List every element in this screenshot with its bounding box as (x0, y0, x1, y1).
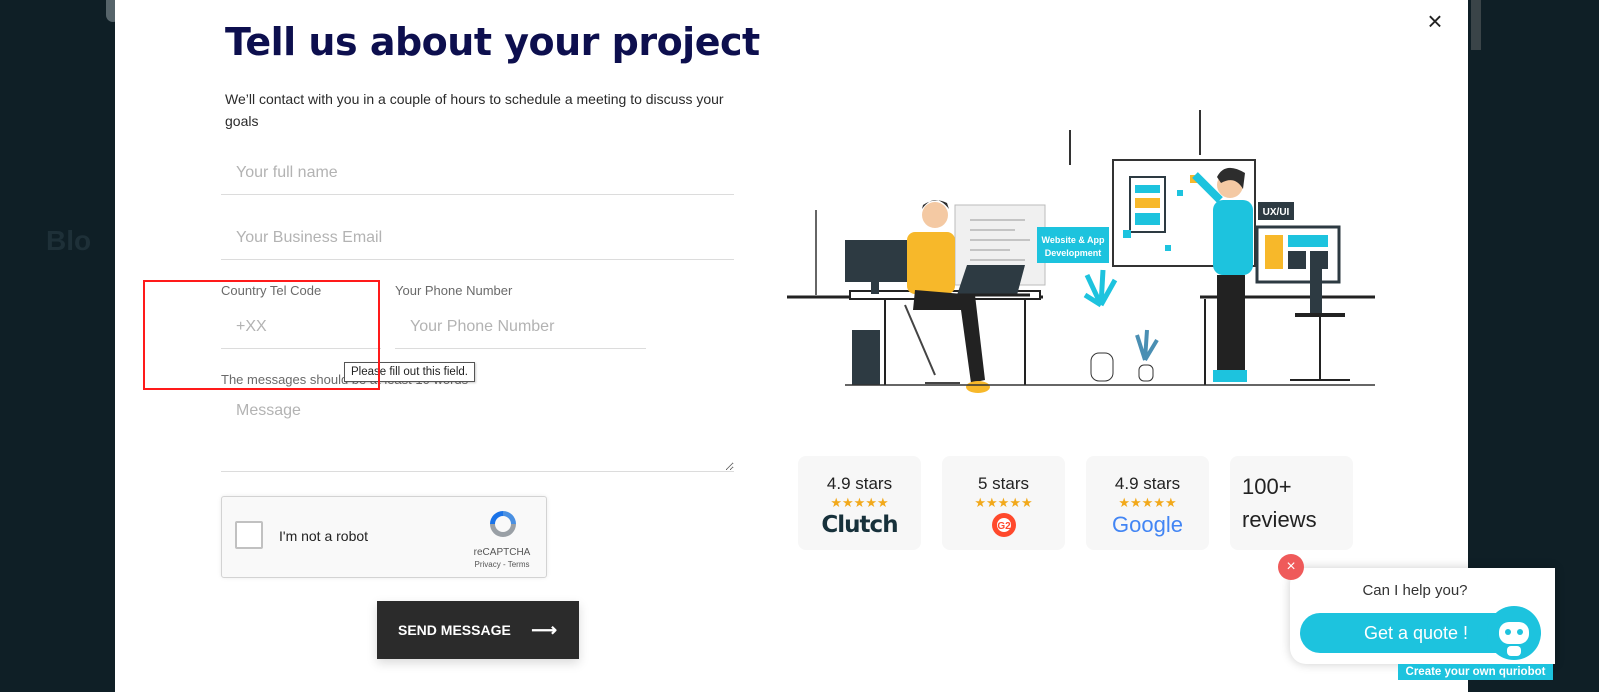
badge-line1: Website & App (1041, 235, 1105, 245)
arrow-right-icon: ⟶ (531, 619, 557, 640)
full-name-input[interactable] (221, 152, 734, 195)
contact-modal: × Tell us about your project We’ll conta… (115, 0, 1468, 692)
uxui-tag: UX/UI (1263, 207, 1290, 218)
recaptcha-label: I'm not a robot (279, 528, 369, 544)
rating-stars-text: 4.9 stars (826, 474, 893, 493)
recaptcha-checkbox[interactable] (235, 521, 263, 549)
rating-card-clutch: 4.9 stars ★★★★★ Clutch (798, 456, 921, 550)
modal-title: Tell us about your project (225, 20, 760, 64)
recaptcha-links[interactable]: Privacy - Terms (467, 560, 537, 569)
reviews-line2: reviews (1242, 507, 1317, 532)
g2-logo-icon: G2 (942, 512, 1065, 543)
reviews-card: 100+ reviews (1230, 456, 1353, 550)
backdrop-strip (1471, 0, 1481, 50)
chat-footer-link[interactable]: Create your own quriobot (1398, 664, 1553, 680)
validation-tooltip: Please fill out this field. (344, 362, 475, 382)
phone-label: Your Phone Number (395, 283, 513, 298)
country-code-input[interactable] (221, 306, 381, 349)
star-icon: ★★★★★ (830, 495, 889, 510)
chat-close-icon[interactable]: × (1278, 554, 1304, 580)
chatbot-avatar-icon[interactable] (1485, 604, 1543, 662)
country-code-label: Country Tel Code (221, 283, 322, 298)
badge-line2: Development (1045, 248, 1102, 258)
phone-number-input[interactable] (395, 306, 646, 349)
g2-logo-text: G2 (997, 521, 1011, 532)
rating-card-g2: 5 stars ★★★★★ G2 (942, 456, 1065, 550)
backdrop-heading: Blo (46, 225, 92, 256)
reviews-count: 100+ reviews (1242, 470, 1317, 536)
star-icon: ★★★★★ (1118, 495, 1177, 510)
reviews-line1: 100+ (1242, 474, 1292, 499)
clutch-logo-icon: Clutch (821, 512, 898, 538)
message-textarea[interactable] (221, 396, 734, 472)
recaptcha-widget: I'm not a robot reCAPTCHA Privacy - Term… (221, 496, 547, 578)
rating-stars-text: 4.9 stars (1114, 474, 1181, 493)
send-message-button[interactable]: SEND MESSAGE ⟶ (377, 601, 579, 659)
recaptcha-logo-icon (490, 511, 516, 537)
rating-card-google: 4.9 stars ★★★★★ Google (1086, 456, 1209, 550)
google-logo-icon: Google (1112, 512, 1183, 537)
scrollbar-track[interactable] (1567, 0, 1599, 692)
recaptcha-brand: reCAPTCHA (473, 547, 531, 558)
chat-question: Can I help you? (1362, 582, 1468, 599)
modal-subtitle: We’ll contact with you in a couple of ho… (225, 91, 724, 129)
close-icon[interactable]: × (1422, 8, 1448, 34)
star-icon: ★★★★★ (974, 495, 1033, 510)
rating-stars-text: 5 stars (977, 474, 1030, 493)
send-message-label: SEND MESSAGE (398, 622, 511, 638)
office-illustration: Website & App Development UX/UI (787, 110, 1375, 393)
business-email-input[interactable] (221, 217, 734, 260)
